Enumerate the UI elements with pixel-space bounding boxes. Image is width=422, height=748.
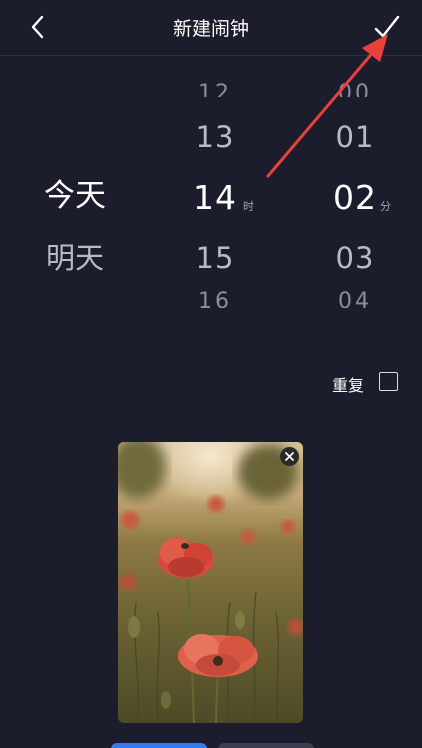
repeat-label: 重复 — [332, 376, 365, 395]
minute-option[interactable]: 01 — [315, 123, 395, 152]
primary-action-button[interactable] — [111, 743, 207, 748]
minute-column-bottom: 04 — [315, 288, 395, 309]
picker-bottom-fade: 16 04 — [0, 288, 422, 309]
remove-photo-button[interactable] — [280, 447, 299, 466]
secondary-action-button[interactable] — [218, 743, 314, 748]
repeat-checkbox[interactable] — [379, 372, 398, 391]
day-option[interactable]: 明天 — [20, 244, 130, 273]
minute-option[interactable]: 03 — [315, 244, 395, 273]
hour-option[interactable]: 15 — [175, 244, 255, 273]
alarm-photo[interactable] — [118, 442, 303, 723]
new-alarm-screen: 新建闹钟 12 00 今天 明天 13 14 15 时 01 02 03 分 1… — [0, 0, 422, 748]
minute-column[interactable]: 01 02 03 — [315, 0, 395, 300]
day-option-selected[interactable]: 今天 — [20, 181, 130, 212]
minute-unit-label: 分 — [380, 200, 391, 213]
poppy-photo-image — [118, 442, 303, 723]
day-column[interactable]: 今天 明天 — [20, 0, 130, 300]
minute-option[interactable]: 04 — [315, 291, 395, 309]
close-icon — [285, 452, 294, 461]
hour-option[interactable]: 16 — [175, 291, 255, 309]
hour-unit-label: 时 — [243, 200, 254, 213]
hour-column[interactable]: 13 14 15 — [175, 0, 255, 300]
hour-column-bottom: 16 — [175, 288, 255, 309]
hour-option[interactable]: 13 — [175, 123, 255, 152]
